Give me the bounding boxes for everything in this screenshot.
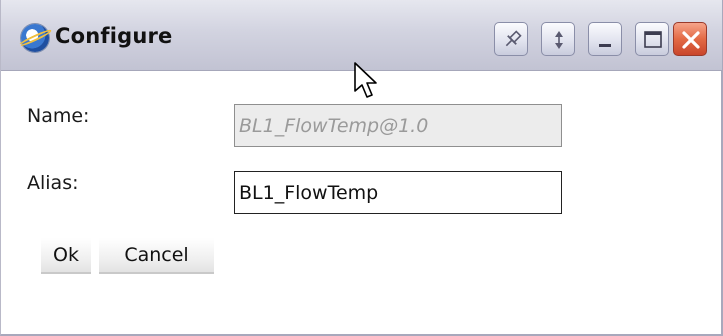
ok-button[interactable]: Ok: [41, 238, 91, 274]
name-label: Name:: [27, 105, 90, 127]
name-field[interactable]: [234, 104, 562, 147]
pin-button[interactable]: [494, 22, 528, 56]
mouse-cursor-icon: [354, 62, 377, 98]
minimize-button[interactable]: [588, 22, 622, 56]
title-bar[interactable]: Configure: [1, 0, 722, 71]
maximize-icon: [644, 31, 662, 48]
close-button[interactable]: [673, 22, 707, 56]
minimize-icon: [599, 44, 611, 47]
window-title: Configure: [55, 24, 173, 48]
arrows-icon: [555, 31, 563, 49]
internet-explorer-icon: [21, 24, 49, 52]
alias-label: Alias:: [27, 172, 79, 194]
close-icon: [682, 31, 700, 49]
pin-icon: [505, 30, 522, 47]
cancel-button[interactable]: Cancel: [99, 238, 214, 274]
maximize-button[interactable]: [635, 22, 669, 56]
configure-dialog: Configure Name: BL1_FlowTemp@1.0 Alias: …: [0, 0, 723, 336]
alias-field[interactable]: [234, 171, 562, 214]
restore-button[interactable]: [541, 22, 575, 56]
